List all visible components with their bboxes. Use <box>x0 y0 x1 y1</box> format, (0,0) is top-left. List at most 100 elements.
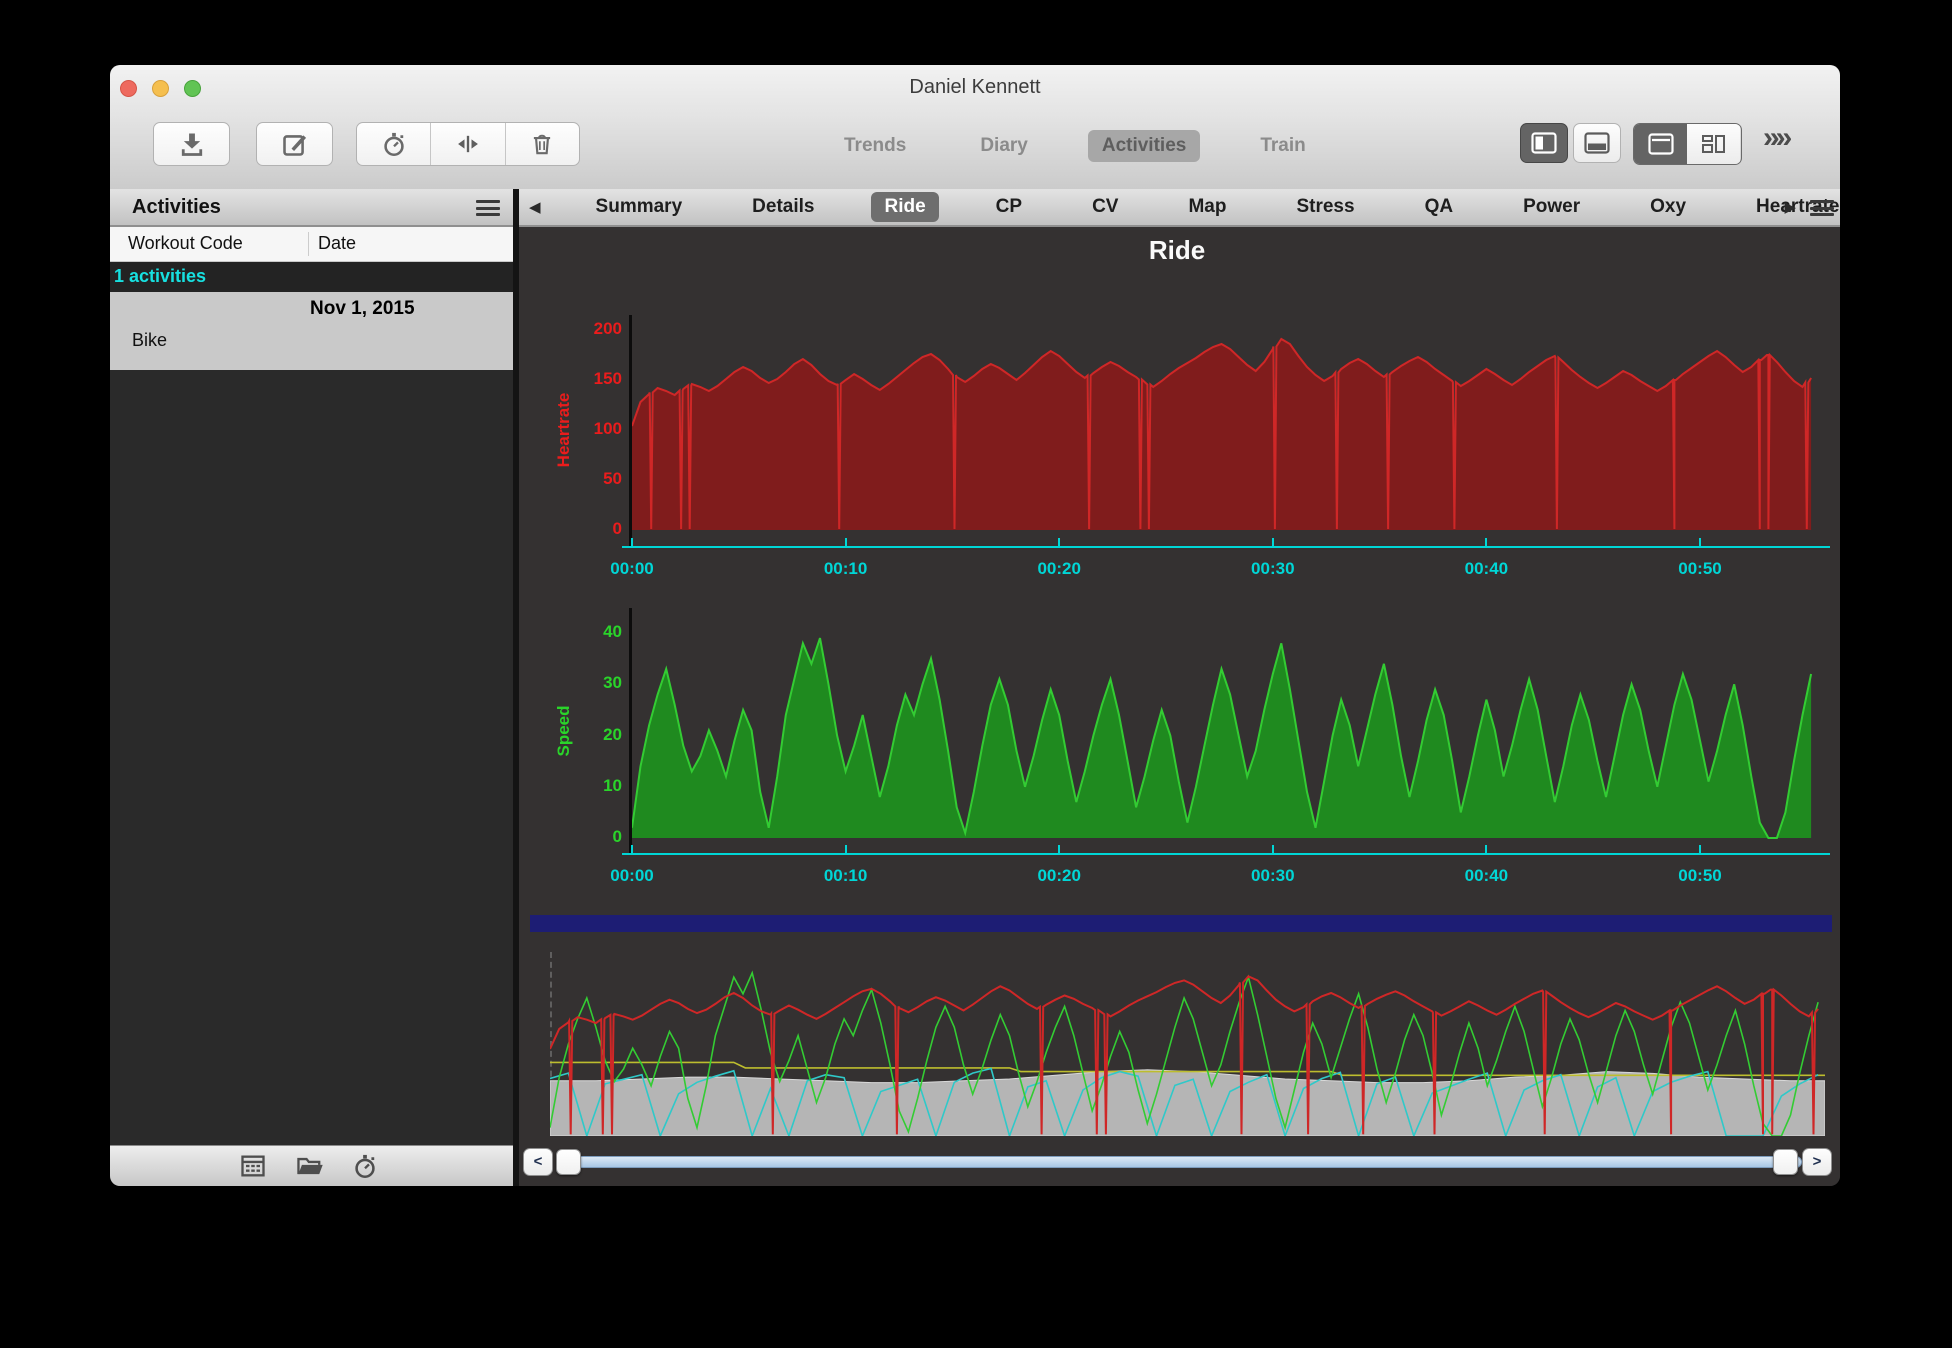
delete-activity-button[interactable] <box>505 123 579 165</box>
x-tick-label: 00:00 <box>597 866 667 886</box>
view-tab-ride[interactable]: Ride <box>871 192 938 222</box>
calendar-icon <box>239 1152 267 1180</box>
view-mode-segmented-control <box>1633 123 1742 165</box>
x-tick-label: 00:30 <box>1238 559 1308 579</box>
y-tick-label: 50 <box>566 469 622 489</box>
sidebar-header: Activities <box>110 189 513 227</box>
scroll-left-button[interactable]: < <box>523 1148 553 1176</box>
chart-title: Ride <box>1077 235 1277 266</box>
sidebar-toggle-button[interactable] <box>1520 123 1568 163</box>
toolbar-overflow-chevron[interactable]: »» <box>1763 121 1788 155</box>
next-tab-arrow[interactable]: ▶ <box>1784 198 1796 216</box>
x-tick-label: 00:20 <box>1024 866 1094 886</box>
view-tab-stress[interactable]: Stress <box>1283 192 1367 222</box>
view-tabbar: ◀ Summary Details Ride CP CV Map Stress QA Power… <box>519 189 1840 227</box>
split-arrows-icon <box>454 130 482 158</box>
sidebar-footer <box>110 1145 513 1186</box>
nav-tab-train[interactable]: Train <box>1246 130 1319 162</box>
prev-tab-arrow[interactable]: ◀ <box>529 198 541 216</box>
navigator-plot[interactable] <box>550 952 1825 1136</box>
x-tick-label: 00:10 <box>811 559 881 579</box>
zoom-slider-right-handle[interactable] <box>1773 1149 1798 1175</box>
y-tick-label: 150 <box>566 369 622 389</box>
activity-table-header: Workout Code Date <box>110 227 513 262</box>
view-tab-cp[interactable]: CP <box>983 192 1035 222</box>
window-chrome: Daniel Kennett <box>110 65 1840 190</box>
zoom-slider-track[interactable] <box>562 1156 1802 1168</box>
interval-bar <box>530 915 1832 932</box>
stopwatch-button[interactable] <box>357 123 430 165</box>
calendar-button[interactable] <box>239 1152 267 1180</box>
tiled-view-button[interactable] <box>1687 124 1740 164</box>
activity-button-group <box>356 122 580 166</box>
sidebar-menu-icon[interactable] <box>476 200 500 216</box>
y-tick-label: 30 <box>566 673 622 693</box>
stopwatch-small-icon <box>351 1152 379 1180</box>
view-tab-qa[interactable]: QA <box>1412 192 1467 222</box>
main-nav: Trends Diary Activities Train <box>830 128 1320 164</box>
view-tab-map[interactable]: Map <box>1175 192 1239 222</box>
split-activity-button[interactable] <box>430 123 504 165</box>
view-tab-oxy[interactable]: Oxy <box>1637 192 1699 222</box>
app-window: Daniel Kennett <box>110 65 1840 1186</box>
activity-workout-code: Bike <box>132 330 167 351</box>
compose-icon <box>281 130 309 158</box>
view-tabs: Summary Details Ride CP CV Map Stress QA Power Ox… <box>583 192 1840 222</box>
x-tick-label: 00:10 <box>811 866 881 886</box>
zoom-slider-left-handle[interactable] <box>556 1149 581 1175</box>
y-tick-label: 20 <box>566 725 622 745</box>
bottom-panel-toggle-button[interactable] <box>1573 123 1621 163</box>
x-tick-label: 00:30 <box>1238 866 1308 886</box>
nav-tab-activities[interactable]: Activities <box>1088 130 1200 162</box>
workout-timer-button[interactable] <box>351 1152 379 1180</box>
x-axis-speed <box>622 853 1830 855</box>
x-tick-label: 00:20 <box>1024 559 1094 579</box>
x-tick-label: 00:40 <box>1451 559 1521 579</box>
y-tick-label: 10 <box>566 776 622 796</box>
y-tick-label: 0 <box>566 827 622 847</box>
nav-tab-trends[interactable]: Trends <box>830 130 920 162</box>
activity-row[interactable]: Nov 1, 2015 Bike <box>110 292 513 370</box>
y-tick-label: 40 <box>566 622 622 642</box>
download-icon <box>178 130 206 158</box>
download-button[interactable] <box>153 122 230 166</box>
tabbar-menu-icon[interactable] <box>1810 200 1834 216</box>
view-tab-summary[interactable]: Summary <box>583 192 696 222</box>
compose-button[interactable] <box>256 122 333 166</box>
tabbed-view-button[interactable] <box>1634 124 1687 164</box>
nav-tab-diary[interactable]: Diary <box>966 130 1042 162</box>
data-series <box>632 339 1811 530</box>
y-tick-label: 100 <box>566 419 622 439</box>
window-title: Daniel Kennett <box>110 76 1840 99</box>
x-tick-label: 00:40 <box>1451 866 1521 886</box>
sidebar-empty-area <box>110 370 513 1145</box>
x-tick-label: 00:00 <box>597 559 667 579</box>
folder-icon <box>295 1152 325 1180</box>
stopwatch-icon <box>380 130 408 158</box>
x-tick-label: 00:50 <box>1665 866 1735 886</box>
activity-count-label: 1 activities <box>114 266 206 287</box>
view-tab-details[interactable]: Details <box>739 192 827 222</box>
desktop: Daniel Kennett <box>0 0 1952 1348</box>
trash-icon <box>529 131 555 157</box>
y-tick-label: 200 <box>566 319 622 339</box>
x-tick-label: 00:50 <box>1665 559 1735 579</box>
view-tab-cv[interactable]: CV <box>1079 192 1131 222</box>
sidebar-title: Activities <box>132 196 221 219</box>
heartrate-plot[interactable] <box>632 315 1822 547</box>
y-tick-label: 0 <box>566 519 622 539</box>
activity-group-row[interactable]: 1 activities <box>110 262 513 292</box>
bottom-panel-icon <box>1584 132 1610 154</box>
data-series <box>550 1070 1825 1136</box>
sidebar-toggle-icon <box>1531 132 1557 154</box>
activity-date: Nov 1, 2015 <box>310 298 415 320</box>
open-folder-button[interactable] <box>295 1152 323 1180</box>
scroll-right-button[interactable]: > <box>1802 1148 1832 1176</box>
tabbed-view-icon <box>1648 133 1674 155</box>
speed-plot[interactable] <box>632 608 1822 853</box>
tiled-view-icon <box>1701 133 1727 155</box>
column-workout-code[interactable]: Workout Code <box>128 233 243 254</box>
column-divider[interactable] <box>308 232 309 256</box>
view-tab-power[interactable]: Power <box>1510 192 1593 222</box>
column-date[interactable]: Date <box>318 233 356 254</box>
